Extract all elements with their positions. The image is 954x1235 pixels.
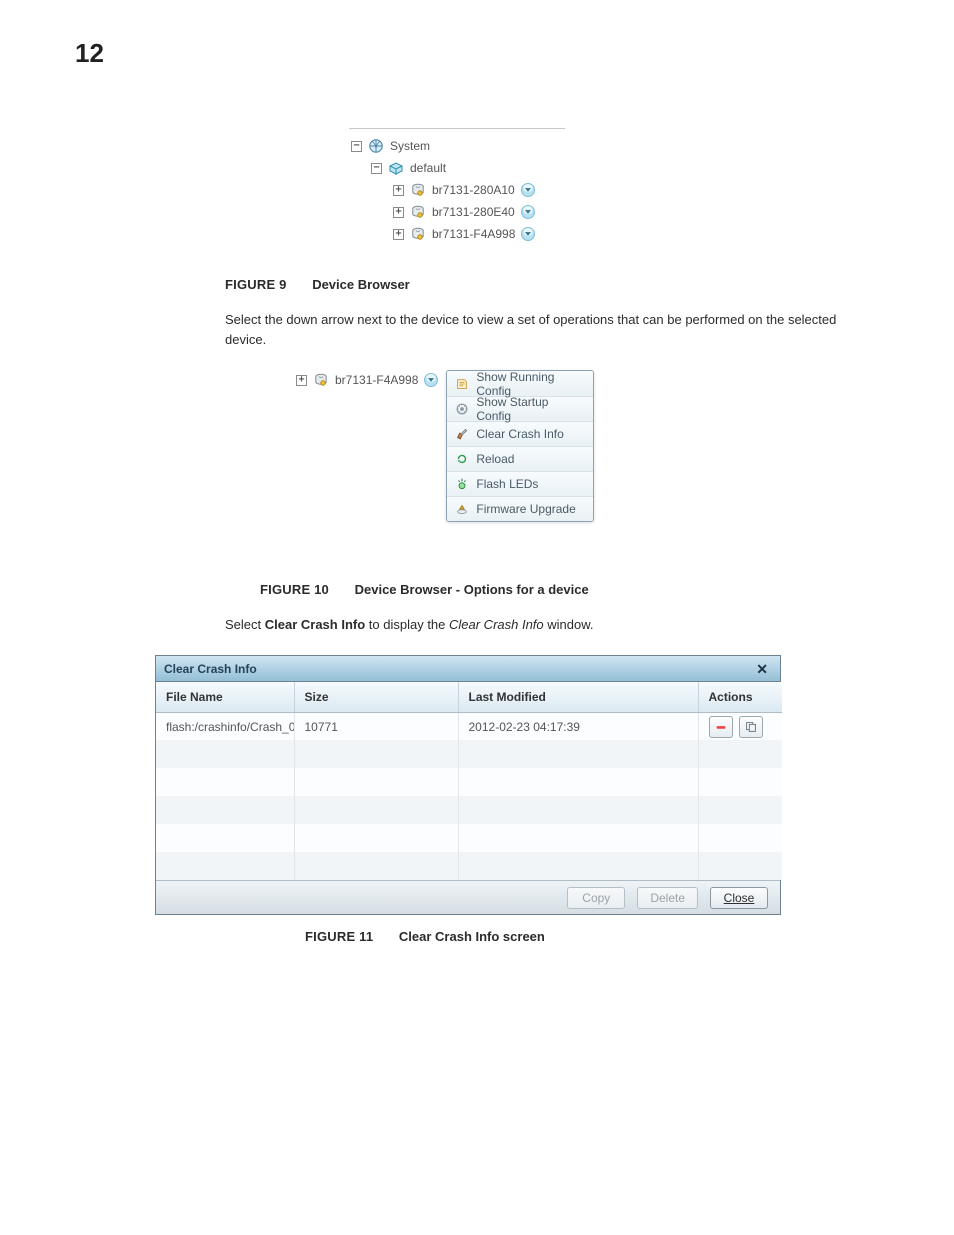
context-menu-item[interactable]: Reload [447, 446, 593, 471]
minus-icon [714, 720, 728, 734]
clear-crash-info-window: Clear Crash Info ✕ File Name Size Last M… [155, 655, 781, 915]
device-icon [410, 204, 426, 220]
tree-node-default[interactable]: default [349, 157, 565, 179]
context-menu-item-label: Show Startup Config [476, 395, 585, 423]
expander-icon[interactable] [393, 229, 404, 240]
tree-node-label: br7131-F4A998 [432, 227, 515, 241]
clear-crash-icon [455, 427, 469, 441]
expander-icon[interactable] [393, 207, 404, 218]
text-fragment: to display the [365, 617, 449, 632]
context-menu-item[interactable]: Firmware Upgrade [447, 496, 593, 521]
delete-button[interactable]: Delete [637, 887, 698, 909]
figure-label: FIGURE 10 [260, 582, 329, 597]
device-list-container: br7131-280A10 br7131-280E40 br7131-F4A998 [349, 179, 565, 245]
running-config-icon [455, 377, 469, 391]
tree-node-system[interactable]: System [349, 135, 565, 157]
reload-icon [455, 452, 469, 466]
table-row[interactable] [156, 824, 782, 852]
table-row[interactable] [156, 740, 782, 768]
col-actions: Actions [698, 682, 782, 712]
figure-label: FIGURE 9 [225, 277, 287, 292]
cell-size: 10771 [294, 712, 458, 740]
page-number: 12 [75, 40, 839, 66]
tree-node-label: br7131-280A10 [432, 183, 515, 197]
expander-icon[interactable] [371, 163, 382, 174]
col-size[interactable]: Size [294, 682, 458, 712]
device-icon [313, 372, 329, 388]
context-menu-item-label: Show Running Config [476, 370, 585, 398]
flash-leds-icon [455, 477, 469, 491]
globe-icon [368, 138, 384, 154]
tree-node-device[interactable]: br7131-280E40 [349, 201, 565, 223]
device-dropdown-trigger[interactable] [424, 373, 438, 387]
context-menu-item-label: Firmware Upgrade [476, 502, 575, 516]
startup-config-icon [455, 402, 469, 416]
firmware-upgrade-icon [455, 502, 469, 516]
figure-title: Clear Crash Info screen [399, 929, 545, 944]
context-menu-item[interactable]: Flash LEDs [447, 471, 593, 496]
figure-label: FIGURE 11 [305, 929, 373, 944]
window-title: Clear Crash Info [164, 662, 257, 676]
text-bold: Clear Crash Info [265, 617, 365, 632]
tree-node-label: br7131-F4A998 [335, 373, 418, 387]
row-copy-button[interactable] [739, 716, 763, 738]
tree-node-device[interactable]: br7131-F4A998 [349, 223, 565, 245]
figure-title: Device Browser [312, 277, 410, 292]
paragraph-2: Select Clear Crash Info to display the C… [225, 615, 839, 635]
device-dropdown-trigger[interactable] [521, 183, 535, 197]
row-delete-button[interactable] [709, 716, 733, 738]
domain-icon [388, 160, 404, 176]
table-row[interactable]: flash:/crashinfo/Crash_001.txt107712012-… [156, 712, 782, 740]
figure11-caption: FIGURE 11 Clear Crash Info screen [305, 929, 839, 944]
window-footer: Copy Delete Close [156, 880, 780, 914]
crash-info-table: File Name Size Last Modified Actions fla… [156, 682, 782, 880]
table-row[interactable] [156, 796, 782, 824]
close-button[interactable]: Close [710, 887, 768, 909]
cell-last-modified: 2012-02-23 04:17:39 [458, 712, 698, 740]
table-header-row: File Name Size Last Modified Actions [156, 682, 782, 712]
figure10-illustration: br7131-F4A998 Show Running ConfigShow St… [296, 370, 618, 522]
table-row[interactable] [156, 852, 782, 880]
window-titlebar[interactable]: Clear Crash Info ✕ [156, 656, 780, 682]
figure9-caption: FIGURE 9 Device Browser [225, 277, 839, 292]
tree-node-label: System [390, 139, 430, 153]
device-icon [410, 182, 426, 198]
context-menu-item[interactable]: Clear Crash Info [447, 421, 593, 446]
context-menu-item-label: Clear Crash Info [476, 427, 563, 441]
figure10-caption: FIGURE 10 Device Browser - Options for a… [260, 582, 839, 597]
expander-icon[interactable] [351, 141, 362, 152]
text-fragment: window. [544, 617, 594, 632]
text-italic: Clear Crash Info [449, 617, 544, 632]
expander-icon[interactable] [393, 185, 404, 196]
col-file-name[interactable]: File Name [156, 682, 294, 712]
tree-node-label: br7131-280E40 [432, 205, 515, 219]
close-icon[interactable]: ✕ [752, 660, 772, 678]
tree-node-device[interactable]: br7131-280A10 [349, 179, 565, 201]
figure-title: Device Browser - Options for a device [355, 582, 589, 597]
copy-button[interactable]: Copy [567, 887, 625, 909]
tree-node-device[interactable]: br7131-F4A998 [296, 370, 438, 390]
expander-icon[interactable] [296, 375, 307, 386]
col-last-modified[interactable]: Last Modified [458, 682, 698, 712]
cell-file-name: flash:/crashinfo/Crash_001.txt [156, 712, 294, 740]
device-dropdown-trigger[interactable] [521, 205, 535, 219]
device-tree: System default br7131-280A10 br7131-280E4… [349, 128, 565, 249]
context-menu-item-label: Flash LEDs [476, 477, 538, 491]
device-icon [410, 226, 426, 242]
tree-node-label: default [410, 161, 446, 175]
context-menu-item[interactable]: Show Startup Config [447, 396, 593, 421]
device-context-menu: Show Running ConfigShow Startup Config Cl… [446, 370, 594, 522]
context-menu-item[interactable]: Show Running Config [447, 371, 593, 396]
table-row[interactable] [156, 768, 782, 796]
copy-icon [744, 720, 758, 734]
cell-actions [698, 712, 782, 740]
context-menu-item-label: Reload [476, 452, 514, 466]
device-dropdown-trigger[interactable] [521, 227, 535, 241]
text-fragment: Select [225, 617, 265, 632]
paragraph-1: Select the down arrow next to the device… [225, 310, 839, 350]
